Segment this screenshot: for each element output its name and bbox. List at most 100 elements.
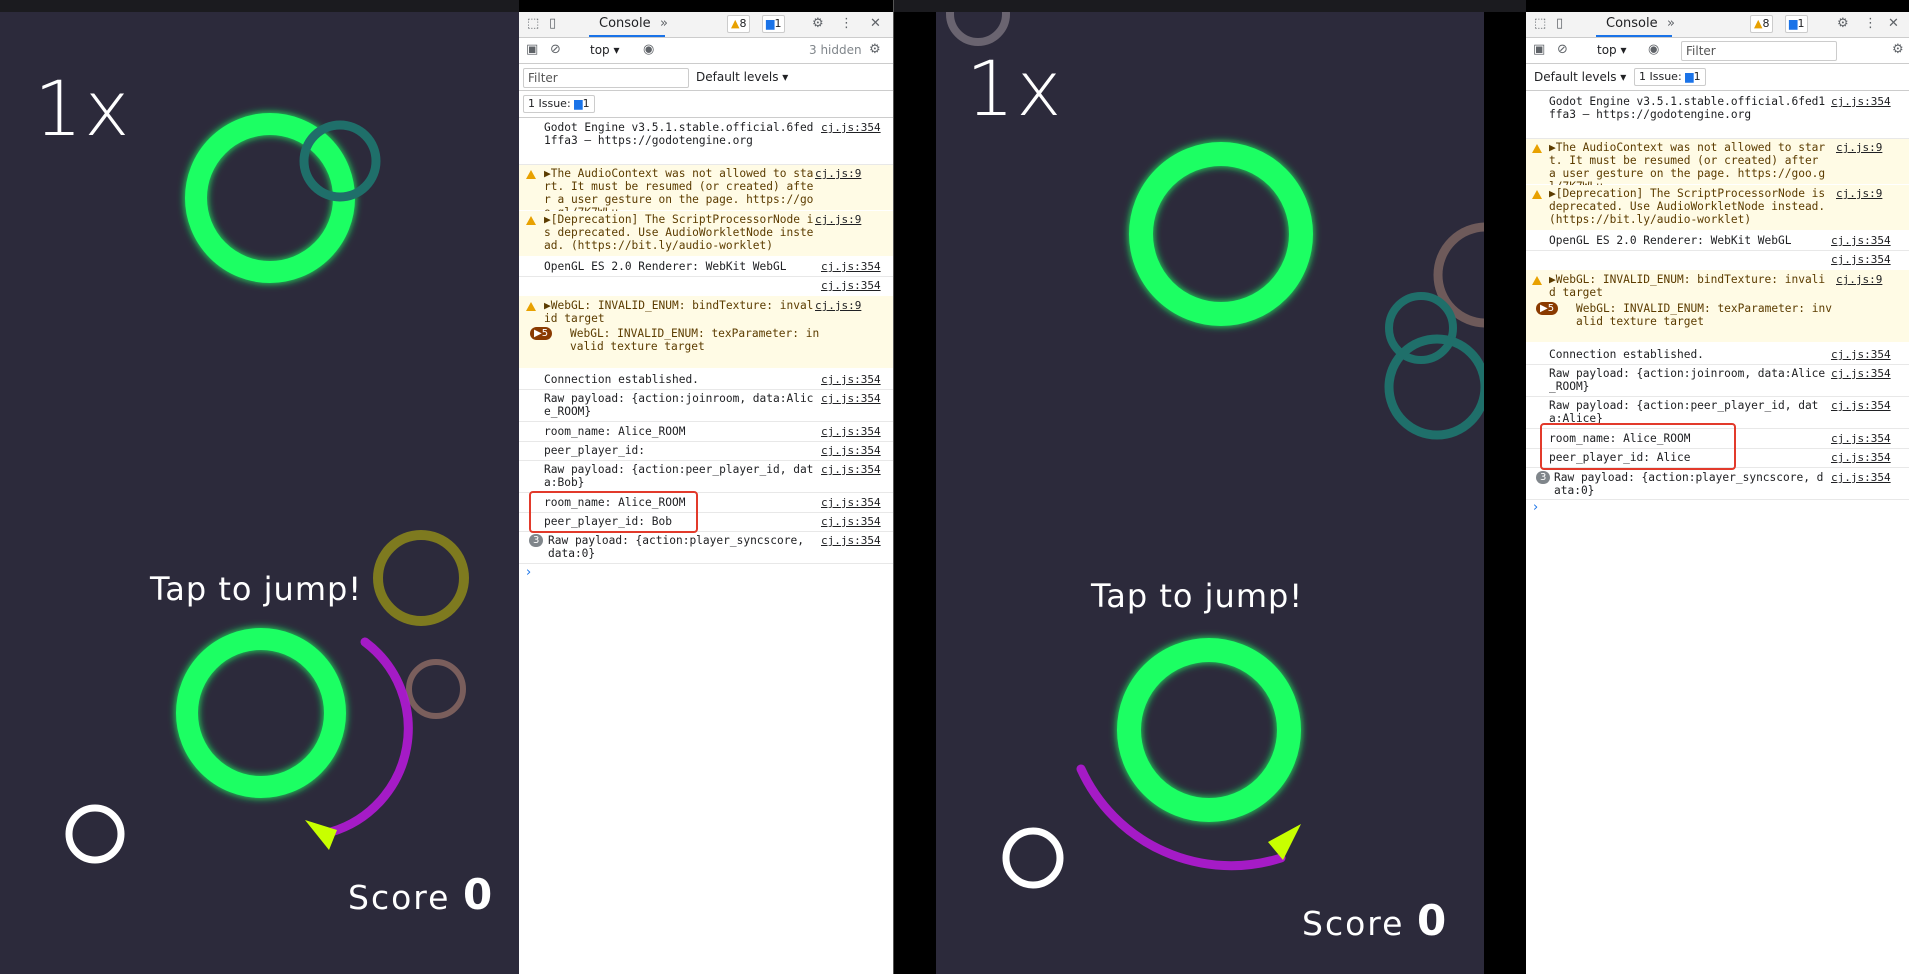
more-tabs-icon[interactable]: » — [1667, 16, 1675, 32]
context-selector[interactable]: top ▾ — [1597, 43, 1627, 57]
source-link[interactable]: cj.js:9 — [815, 167, 861, 180]
row-divider — [1526, 396, 1909, 397]
info-count-badge[interactable]: ▆1 — [1785, 15, 1809, 33]
warning-count-badge[interactable]: ▲8 — [1750, 15, 1774, 33]
kebab-menu-icon[interactable]: ⋮ — [840, 16, 853, 32]
filter-input[interactable]: Filter — [1681, 41, 1837, 61]
source-link[interactable]: cj.js:354 — [1831, 399, 1891, 412]
repeat-count-badge: ▶5 — [1536, 302, 1559, 315]
inspect-icon[interactable]: ⬚ — [527, 16, 539, 32]
settings-gear-icon[interactable]: ⚙ — [1837, 16, 1849, 32]
source-link[interactable]: cj.js:354 — [821, 121, 881, 134]
source-link[interactable]: cj.js:9 — [815, 299, 861, 312]
console-settings-gear-icon[interactable]: ⚙ — [1892, 42, 1904, 58]
warning-icon — [526, 302, 536, 311]
score-display: Score 0 — [348, 870, 494, 919]
device-toggle-icon[interactable]: ▯ — [1556, 16, 1563, 32]
warning-icon — [1532, 190, 1542, 199]
clear-console-icon[interactable]: ⊘ — [1557, 42, 1568, 58]
console-message[interactable]: ▶[Deprecation] The ScriptProcessorNode i… — [1549, 187, 1829, 226]
warning-icon — [526, 216, 536, 225]
letterbox-right — [1484, 12, 1526, 974]
source-link[interactable]: cj.js:9 — [1836, 187, 1882, 200]
source-link[interactable]: cj.js:354 — [821, 496, 881, 509]
console-settings-gear-icon[interactable]: ⚙ — [869, 42, 881, 58]
console-message: OpenGL ES 2.0 Renderer: WebKit WebGL — [1549, 234, 1792, 247]
console-message: Raw payload: {action:peer_player_id, dat… — [544, 463, 814, 489]
console-prompt[interactable]: › — [526, 565, 531, 580]
default-levels-dropdown[interactable]: Default levels ▾ — [1534, 70, 1626, 84]
eye-icon[interactable]: ◉ — [1648, 42, 1659, 58]
kebab-menu-icon[interactable]: ⋮ — [1864, 16, 1877, 32]
console-toolbar: ▣ ⊘ top ▾ ◉ Filter ⚙ — [1526, 38, 1909, 64]
source-link[interactable]: cj.js:354 — [821, 444, 881, 457]
row-divider — [519, 460, 893, 461]
issues-button[interactable]: 1 Issue: ▆1 — [1634, 68, 1706, 86]
green-ring-bottom — [1117, 638, 1301, 822]
source-link[interactable]: cj.js:354 — [1831, 432, 1891, 445]
source-link[interactable]: cj.js:354 — [821, 425, 881, 438]
console-message: Raw payload: {action:player_syncscore, d… — [548, 534, 804, 560]
warning-icon — [1532, 144, 1542, 153]
tab-console[interactable]: Console — [1606, 16, 1658, 31]
source-link[interactable]: cj.js:354 — [821, 534, 881, 547]
source-link[interactable]: cj.js:354 — [821, 463, 881, 476]
source-link[interactable]: cj.js:9 — [815, 213, 861, 226]
close-icon[interactable]: ✕ — [870, 16, 881, 32]
issues-button[interactable]: 1 Issue: ▆1 — [523, 95, 595, 113]
source-link[interactable]: cj.js:354 — [821, 373, 881, 386]
green-ring-top — [1129, 142, 1313, 326]
console-prompt[interactable]: › — [1533, 500, 1538, 515]
issues-bar: 1 Issue: ▆1 — [519, 91, 893, 118]
console-message[interactable]: ▶WebGL: INVALID_ENUM: bindTexture: inval… — [1549, 273, 1829, 299]
source-link[interactable]: cj.js:354 — [821, 392, 881, 405]
source-link[interactable]: cj.js:354 — [821, 279, 881, 292]
source-link[interactable]: cj.js:354 — [1831, 367, 1891, 380]
more-tabs-icon[interactable]: » — [660, 16, 668, 32]
clear-console-icon[interactable]: ⊘ — [550, 42, 561, 58]
purple-arc — [326, 637, 413, 837]
source-link[interactable]: cj.js:354 — [821, 515, 881, 528]
score-display: Score 0 — [1302, 896, 1448, 945]
console-message[interactable]: ▶WebGL: INVALID_ENUM: bindTexture: inval… — [544, 299, 814, 325]
source-link[interactable]: cj.js:354 — [1831, 95, 1891, 108]
device-toggle-icon[interactable]: ▯ — [549, 16, 556, 32]
inspect-icon[interactable]: ⬚ — [1534, 16, 1546, 32]
sidebar-toggle-icon[interactable]: ▣ — [1533, 42, 1545, 58]
source-link[interactable]: cj.js:354 — [1831, 253, 1891, 266]
yellow-arrow — [305, 820, 337, 850]
row-divider — [1526, 499, 1909, 500]
source-link[interactable]: cj.js:354 — [1831, 234, 1891, 247]
tab-console[interactable]: Console — [599, 16, 651, 31]
context-selector[interactable]: top ▾ — [590, 43, 620, 57]
row-divider — [519, 563, 893, 564]
repeat-count-badge: 3 — [529, 534, 544, 547]
console-message: WebGL: INVALID_ENUM: texParameter: inval… — [1576, 302, 1832, 328]
source-link[interactable]: cj.js:354 — [1831, 348, 1891, 361]
sidebar-toggle-icon[interactable]: ▣ — [526, 42, 538, 58]
warning-count-badge[interactable]: ▲8 — [727, 15, 751, 33]
info-count-badge[interactable]: ▆1 — [762, 15, 786, 33]
source-link[interactable]: cj.js:9 — [1836, 273, 1882, 286]
console-message: Connection established. — [544, 373, 699, 386]
score-value: 0 — [462, 870, 495, 919]
source-link[interactable]: cj.js:9 — [1836, 141, 1882, 154]
multiplier-label: 1x — [34, 64, 132, 153]
grey-ring — [946, 12, 1010, 46]
warning-icon — [1532, 276, 1542, 285]
eye-icon[interactable]: ◉ — [643, 42, 654, 58]
console-toolbar: ▣ ⊘ top ▾ ◉ 3 hidden ⚙ — [519, 38, 893, 64]
default-levels-dropdown[interactable]: Default levels ▾ — [696, 70, 788, 84]
filter-input[interactable]: Filter — [523, 68, 689, 88]
green-ring-top — [185, 113, 355, 283]
source-link[interactable]: cj.js:354 — [1831, 451, 1891, 464]
left-game-canvas[interactable]: 1x Tap to jump! Score 0 — [0, 12, 519, 974]
score-label: Score — [348, 878, 451, 917]
warning-icon — [526, 170, 536, 179]
source-link[interactable]: cj.js:354 — [1831, 471, 1891, 484]
console-message[interactable]: ▶[Deprecation] The ScriptProcessorNode i… — [544, 213, 814, 252]
right-game-canvas[interactable]: 1x Tap to jump! Score 0 — [936, 12, 1484, 974]
source-link[interactable]: cj.js:354 — [821, 260, 881, 273]
close-icon[interactable]: ✕ — [1888, 16, 1899, 32]
settings-gear-icon[interactable]: ⚙ — [812, 16, 824, 32]
